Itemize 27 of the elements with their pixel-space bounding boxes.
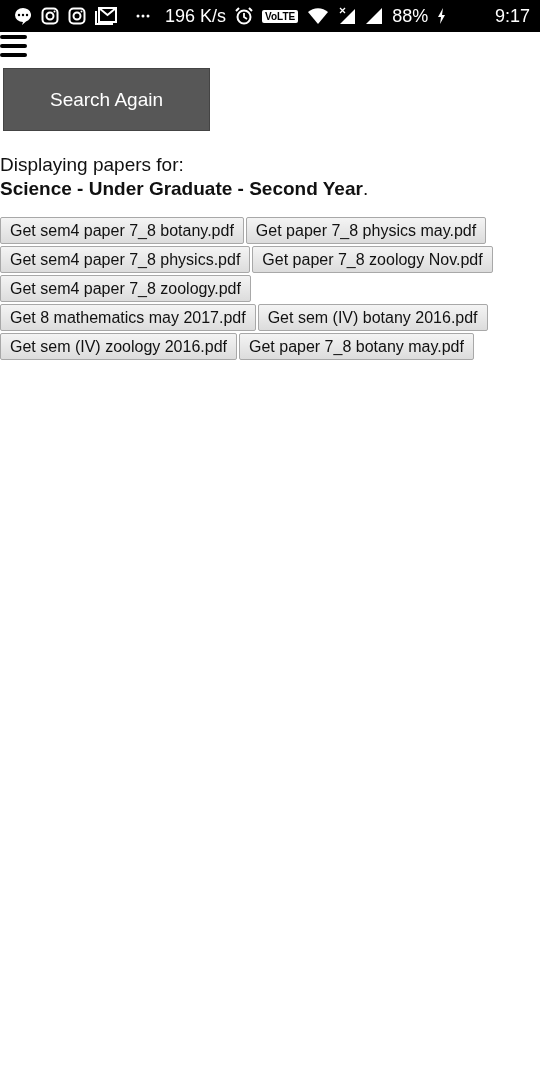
network-speed: 196 K/s [165, 5, 227, 27]
clock: 9:17 [494, 5, 530, 27]
signal-icon [365, 7, 384, 25]
paper-download-button[interactable]: Get sem4 paper 7_8 physics.pdf [0, 246, 251, 273]
search-again-button[interactable]: Search Again [3, 68, 210, 131]
signal-icon [338, 7, 357, 25]
menu-icon[interactable] [0, 34, 27, 58]
mail-icon [95, 7, 117, 25]
paper-download-button[interactable]: Get sem4 paper 7_8 botany.pdf [0, 217, 244, 244]
volte-badge: VoLTE [262, 9, 299, 23]
paper-download-button[interactable]: Get sem (IV) botany 2016.pdf [257, 304, 488, 331]
more-icon [136, 14, 150, 18]
paper-download-button[interactable]: Get paper 7_8 physics may.pdf [245, 217, 487, 244]
paper-download-button[interactable]: Get sem4 paper 7_8 zoology.pdf [0, 275, 251, 302]
chat-bubble-icon [14, 7, 32, 25]
wifi-icon [307, 7, 330, 25]
paper-download-button[interactable]: Get 8 mathematics may 2017.pdf [0, 304, 256, 331]
battery-percent: 88% [392, 5, 429, 27]
paper-download-button[interactable]: Get sem (IV) zoology 2016.pdf [0, 333, 237, 360]
alarm-icon [235, 7, 254, 25]
intro-text: Displaying papers for: [0, 153, 184, 177]
selection-text: Science - Under Graduate - Second Year. [0, 177, 369, 201]
paper-download-button[interactable]: Get paper 7_8 botany may.pdf [239, 333, 474, 360]
paper-download-button[interactable]: Get paper 7_8 zoology Nov.pdf [252, 246, 493, 273]
camera-icon [41, 7, 59, 25]
camera-icon [68, 7, 86, 25]
charging-icon [437, 8, 447, 24]
